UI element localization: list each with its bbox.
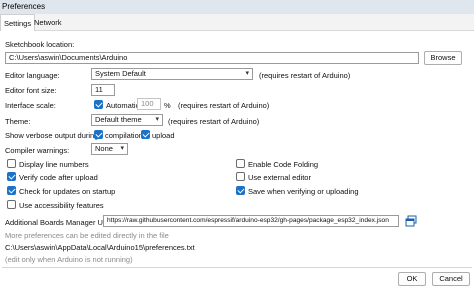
verbose-upload-checkbox[interactable] [141, 130, 150, 139]
save-when-verifying-checkbox[interactable] [236, 186, 245, 195]
chevron-down-icon: ▾ [120, 145, 124, 152]
interface-scale-note: (requires restart of Arduino) [178, 101, 270, 110]
edit-urls-window-icon[interactable] [405, 215, 417, 227]
verbose-compilation-checkbox[interactable] [94, 130, 103, 139]
more-preferences-text: More preferences can be edited directly … [5, 231, 169, 240]
interface-scale-percent: % [164, 101, 171, 110]
accessibility-features-label: Use accessibility features [19, 201, 104, 210]
theme-note: (requires restart of Arduino) [168, 117, 260, 126]
tab-settings[interactable]: Settings [0, 14, 36, 31]
theme-select[interactable]: Default theme ▾ [91, 114, 163, 126]
verbose-compilation-label: compilation [105, 131, 143, 140]
sketchbook-label: Sketchbook location: [5, 40, 75, 49]
use-external-editor-checkbox[interactable] [236, 172, 245, 181]
enable-code-folding-label: Enable Code Folding [248, 160, 319, 169]
verbose-label: Show verbose output during: [5, 131, 101, 140]
compiler-warnings-label: Compiler warnings: [5, 146, 70, 155]
save-when-verifying-label: Save when verifying or uploading [248, 187, 359, 196]
interface-scale-input[interactable]: 100 [137, 98, 161, 110]
theme-value: Default theme [95, 115, 142, 124]
compiler-warnings-select[interactable]: None ▾ [91, 143, 128, 155]
window-title: Preferences [2, 2, 46, 11]
boards-manager-label: Additional Boards Manager URLs: [5, 218, 119, 227]
browse-button[interactable]: Browse [424, 51, 462, 65]
editor-language-select[interactable]: System Default ▾ [91, 68, 253, 80]
use-external-editor-label: Use external editor [248, 173, 311, 182]
footer-divider [2, 267, 472, 268]
check-updates-checkbox[interactable] [7, 186, 16, 195]
display-line-numbers-label: Display line numbers [19, 160, 89, 169]
check-updates-label: Check for updates on startup [19, 187, 116, 196]
preferences-file-path: C:\Users\aswin\AppData\Local\Arduino15\p… [5, 243, 195, 252]
editor-font-size-input[interactable]: 11 [91, 84, 115, 96]
editor-language-value: System Default [95, 69, 146, 78]
chevron-down-icon: ▾ [155, 116, 159, 123]
compiler-warnings-value: None [95, 144, 113, 153]
enable-code-folding-checkbox[interactable] [236, 159, 245, 168]
chevron-down-icon: ▾ [245, 70, 249, 77]
tab-bar: Settings Network [0, 14, 474, 31]
boards-manager-urls-input[interactable]: https://raw.githubusercontent.com/espres… [103, 215, 399, 227]
verify-code-after-upload-label: Verify code after upload [19, 173, 98, 182]
display-line-numbers-checkbox[interactable] [7, 159, 16, 168]
cancel-button[interactable]: Cancel [432, 272, 470, 286]
ok-button[interactable]: OK [398, 272, 426, 286]
editor-language-note: (requires restart of Arduino) [259, 71, 351, 80]
interface-scale-automatic-label: Automatic [106, 101, 140, 110]
verify-code-after-upload-checkbox[interactable] [7, 172, 16, 181]
theme-label: Theme: [5, 117, 31, 126]
tab-network[interactable]: Network [31, 14, 65, 31]
editor-language-label: Editor language: [5, 71, 60, 80]
sketchbook-path-input[interactable]: C:\Users\aswin\Documents\Arduino [5, 52, 419, 64]
verbose-upload-label: upload [152, 131, 175, 140]
interface-scale-label: Interface scale: [5, 101, 56, 110]
title-bar: Preferences [0, 0, 474, 14]
editor-font-size-label: Editor font size: [5, 86, 57, 95]
interface-scale-automatic-checkbox[interactable] [94, 100, 103, 109]
accessibility-features-checkbox[interactable] [7, 200, 16, 209]
edit-note-text: (edit only when Arduino is not running) [5, 255, 133, 264]
